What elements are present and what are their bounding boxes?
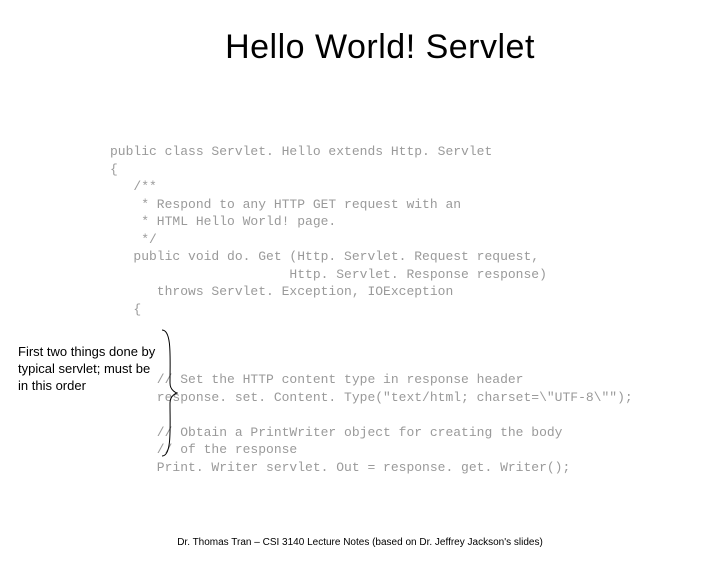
brace-icon <box>160 328 178 458</box>
slide-title: Hello World! Servlet <box>40 28 720 67</box>
annotation-text: First two things done by typical servlet… <box>18 344 163 395</box>
code-sample: public class Servlet. Hello extends Http… <box>110 143 633 476</box>
footer-credit: Dr. Thomas Tran – CSI 3140 Lecture Notes… <box>0 537 720 548</box>
